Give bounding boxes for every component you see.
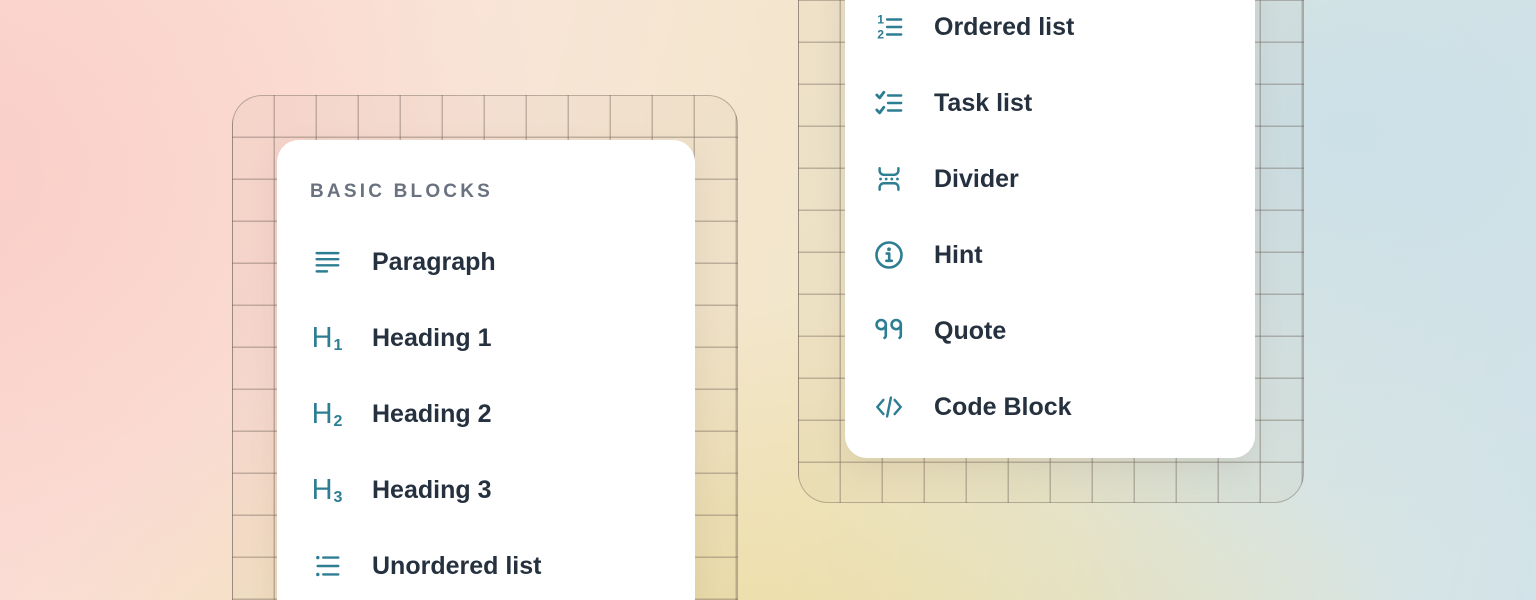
svg-text:1: 1: [877, 13, 884, 27]
menu-item-label: Heading 1: [372, 326, 491, 351]
menu-item-label: Ordered list: [934, 15, 1074, 40]
basic-blocks-card: BASIC BLOCKS Paragraph H1 Heading 1 H2: [277, 140, 695, 600]
paragraph-icon: [310, 245, 344, 279]
menu-item-label: Heading 2: [372, 402, 491, 427]
more-blocks-card: 1 2 Ordered list Task list: [845, 0, 1255, 458]
gradient-background: BASIC BLOCKS Paragraph H1 Heading 1 H2: [0, 0, 1536, 600]
menu-item-label: Unordered list: [372, 554, 541, 579]
quote-icon: [872, 314, 906, 348]
heading-1-icon: H1: [310, 321, 344, 355]
divider-icon: [872, 162, 906, 196]
task-list-icon: [872, 86, 906, 120]
menu-item-hint[interactable]: Hint: [872, 235, 1231, 275]
menu-item-code-block[interactable]: Code Block: [872, 387, 1231, 427]
menu-item-label: Quote: [934, 319, 1006, 344]
heading-3-icon: H3: [310, 473, 344, 507]
menu-item-unordered-list[interactable]: Unordered list: [310, 546, 671, 586]
menu-item-heading-3[interactable]: H3 Heading 3: [310, 470, 671, 510]
hint-info-icon: [872, 238, 906, 272]
menu-item-label: Hint: [934, 243, 983, 268]
menu-item-label: Task list: [934, 91, 1032, 116]
menu-item-heading-1[interactable]: H1 Heading 1: [310, 318, 671, 358]
menu-item-label: Heading 3: [372, 478, 491, 503]
menu-item-label: Code Block: [934, 395, 1072, 420]
menu-item-task-list[interactable]: Task list: [872, 83, 1231, 123]
menu-item-heading-2[interactable]: H2 Heading 2: [310, 394, 671, 434]
menu-item-divider[interactable]: Divider: [872, 159, 1231, 199]
code-block-icon: [872, 390, 906, 424]
ordered-list-icon: 1 2: [872, 10, 906, 44]
svg-text:2: 2: [877, 27, 884, 41]
menu-item-label: Divider: [934, 167, 1019, 192]
menu-item-paragraph[interactable]: Paragraph: [310, 242, 671, 282]
menu-item-label: Paragraph: [372, 250, 496, 275]
heading-2-icon: H2: [310, 397, 344, 431]
menu-item-quote[interactable]: Quote: [872, 311, 1231, 351]
menu-item-ordered-list[interactable]: 1 2 Ordered list: [872, 7, 1231, 47]
unordered-list-icon: [310, 549, 344, 583]
section-label: BASIC BLOCKS: [310, 182, 671, 202]
